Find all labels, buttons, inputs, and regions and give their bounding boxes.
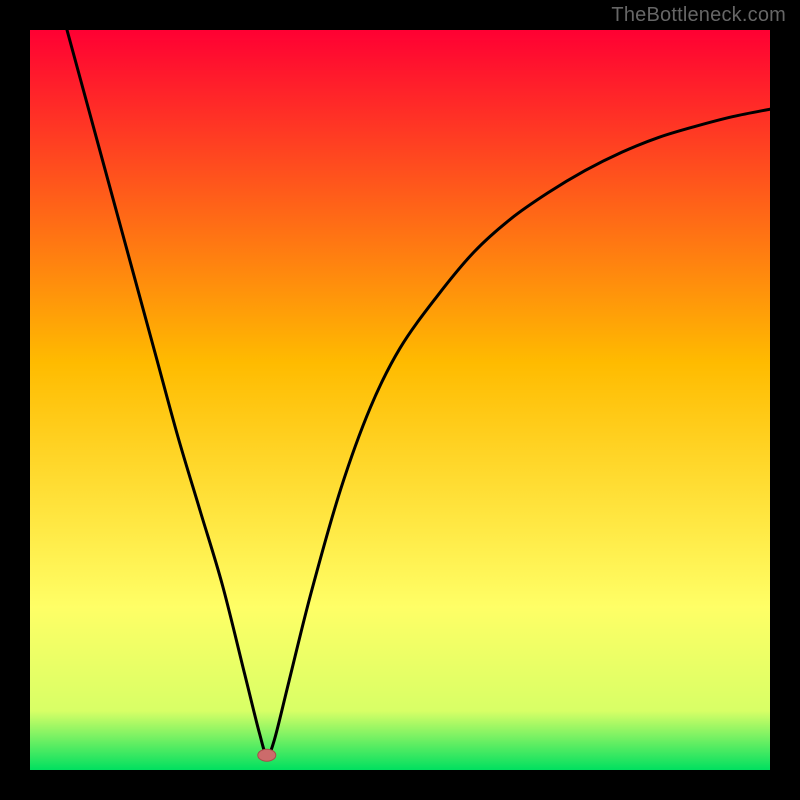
minimum-marker	[258, 749, 276, 761]
chart-background	[30, 30, 770, 770]
bottleneck-chart	[30, 30, 770, 770]
watermark-label: TheBottleneck.com	[611, 4, 786, 27]
